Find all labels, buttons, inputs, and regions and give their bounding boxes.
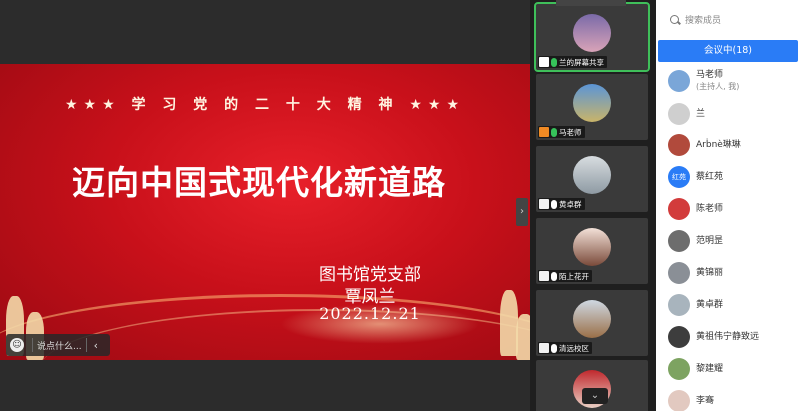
avatar [668,70,690,92]
avatar [668,358,690,380]
member-item[interactable]: 马老师 (主持人, 我) [668,68,796,94]
search-icon [670,14,679,24]
meeting-window: ★★★ 学 习 党 的 二 十 大 精 神 ★★★ 迈向中国式现代化新道路 图书… [0,0,800,411]
member-name: 黄祖伟宁静致远 [696,331,760,342]
member-name-block: 马老师 (主持人, 我) [696,70,739,92]
member-name: 范明昰 [696,235,724,246]
avatar [668,230,690,252]
emoji-icon[interactable]: ☺ [10,338,24,352]
participant-name: 黄卓群 [559,199,582,209]
tab-in-meeting[interactable]: 会议中(18) [658,40,798,62]
avatar: 红苑 [668,166,690,188]
member-item[interactable]: Arḃnè琳琳 [668,132,796,158]
avatar [668,198,690,220]
member-item[interactable]: 红苑 蔡红苑 [668,164,796,190]
avatar [668,103,690,125]
avatar [573,300,611,338]
member-name: 黄锦丽 [696,267,724,278]
slide-decoration-lantern [516,314,530,360]
member-item[interactable]: 李骞 [668,388,796,411]
participant-name: 马老师 [559,127,582,137]
avatar [668,390,690,411]
microphone-icon [551,127,557,137]
screen-share-icon [539,57,549,67]
member-panel: 搜索成员 会议中(18) 马老师 (主持人, 我) 兰 Arḃnè琳琳 红苑 蔡… [656,0,800,411]
member-item[interactable]: 黄祖伟宁静致远 [668,324,796,350]
avatar [573,156,611,194]
member-name: 蔡红苑 [696,171,724,182]
slide-title: 迈向中国式现代化新道路 [72,163,446,202]
avatar [668,326,690,348]
thumbnail-tile[interactable]: 清远校区 [536,290,648,356]
member-item[interactable]: 兰 [668,101,796,127]
microphone-icon [551,199,557,209]
thumbnail-tile[interactable]: 陌上花开 [536,218,648,284]
member-name: 兰 [696,108,706,119]
slide-date: 2022.12.21 [319,304,421,323]
divider [85,338,87,352]
muted-camera-icon [539,343,549,353]
avatar [573,84,611,122]
member-role: (主持人, 我) [696,82,740,91]
avatar [668,294,690,316]
member-name: Arḃnè琳琳 [696,139,741,150]
host-icon [539,127,549,137]
member-name: 黎建耀 [696,363,724,374]
participant-name: 兰的屏幕共享 [559,57,604,67]
shared-screen-area: ★★★ 学 习 党 的 二 十 大 精 神 ★★★ 迈向中国式现代化新道路 图书… [0,0,530,411]
chat-placeholder: 说点什么... [37,341,82,352]
thumbnail-tile[interactable]: 兰的屏幕共享 [534,2,650,72]
collapse-thumbnails-button[interactable]: › [516,198,528,226]
microphone-icon [551,271,557,281]
avatar [668,262,690,284]
member-item[interactable]: 陈老师 [668,196,796,222]
member-name: 黄卓群 [696,299,724,310]
thumbnail-label: 马老师 [538,126,585,138]
thumbnail-tile[interactable]: 黄卓群 [536,146,648,212]
member-name: 李骞 [696,395,715,406]
thumbnail-label: 兰的屏幕共享 [538,56,607,68]
thumbnail-label: 清远校区 [538,342,592,354]
thumbnail-label: 陌上花开 [538,270,592,282]
search-placeholder: 搜索成员 [685,15,722,26]
member-name: 马老师 [696,70,724,80]
avatar [573,228,611,266]
thumbnail-scroll-top [556,0,626,6]
chevron-left-icon[interactable]: ‹ [94,339,98,352]
participant-name: 陌上花开 [559,271,589,281]
muted-camera-icon [539,199,549,209]
participant-name: 清远校区 [559,343,589,353]
search-input[interactable]: 搜索成员 [666,10,792,28]
muted-camera-icon [539,271,549,281]
presentation-slide: ★★★ 学 习 党 的 二 十 大 精 神 ★★★ 迈向中国式现代化新道路 图书… [0,64,530,360]
member-item[interactable]: 范明昰 [668,228,796,254]
chat-input[interactable]: ☺ 说点什么... ‹ [6,334,110,356]
divider [32,338,33,352]
member-item[interactable]: 黎建耀 [668,356,796,382]
scroll-down-button[interactable]: ⌄ [582,388,608,404]
slide-subtitle: ★★★ 学 习 党 的 二 十 大 精 神 ★★★ [64,97,466,113]
thumbnail-label: 黄卓群 [538,198,585,210]
thumbnail-tile[interactable]: 马老师 [536,74,648,140]
member-item[interactable]: 黄锦丽 [668,260,796,286]
microphone-icon [551,343,557,353]
avatar [573,14,611,52]
avatar [668,134,690,156]
microphone-icon [551,57,557,67]
member-item[interactable]: 黄卓群 [668,292,796,318]
video-thumbnail-list[interactable]: 兰的屏幕共享 马老师 黄卓群 陌上花开 清远校区 [530,0,656,411]
member-name: 陈老师 [696,203,724,214]
